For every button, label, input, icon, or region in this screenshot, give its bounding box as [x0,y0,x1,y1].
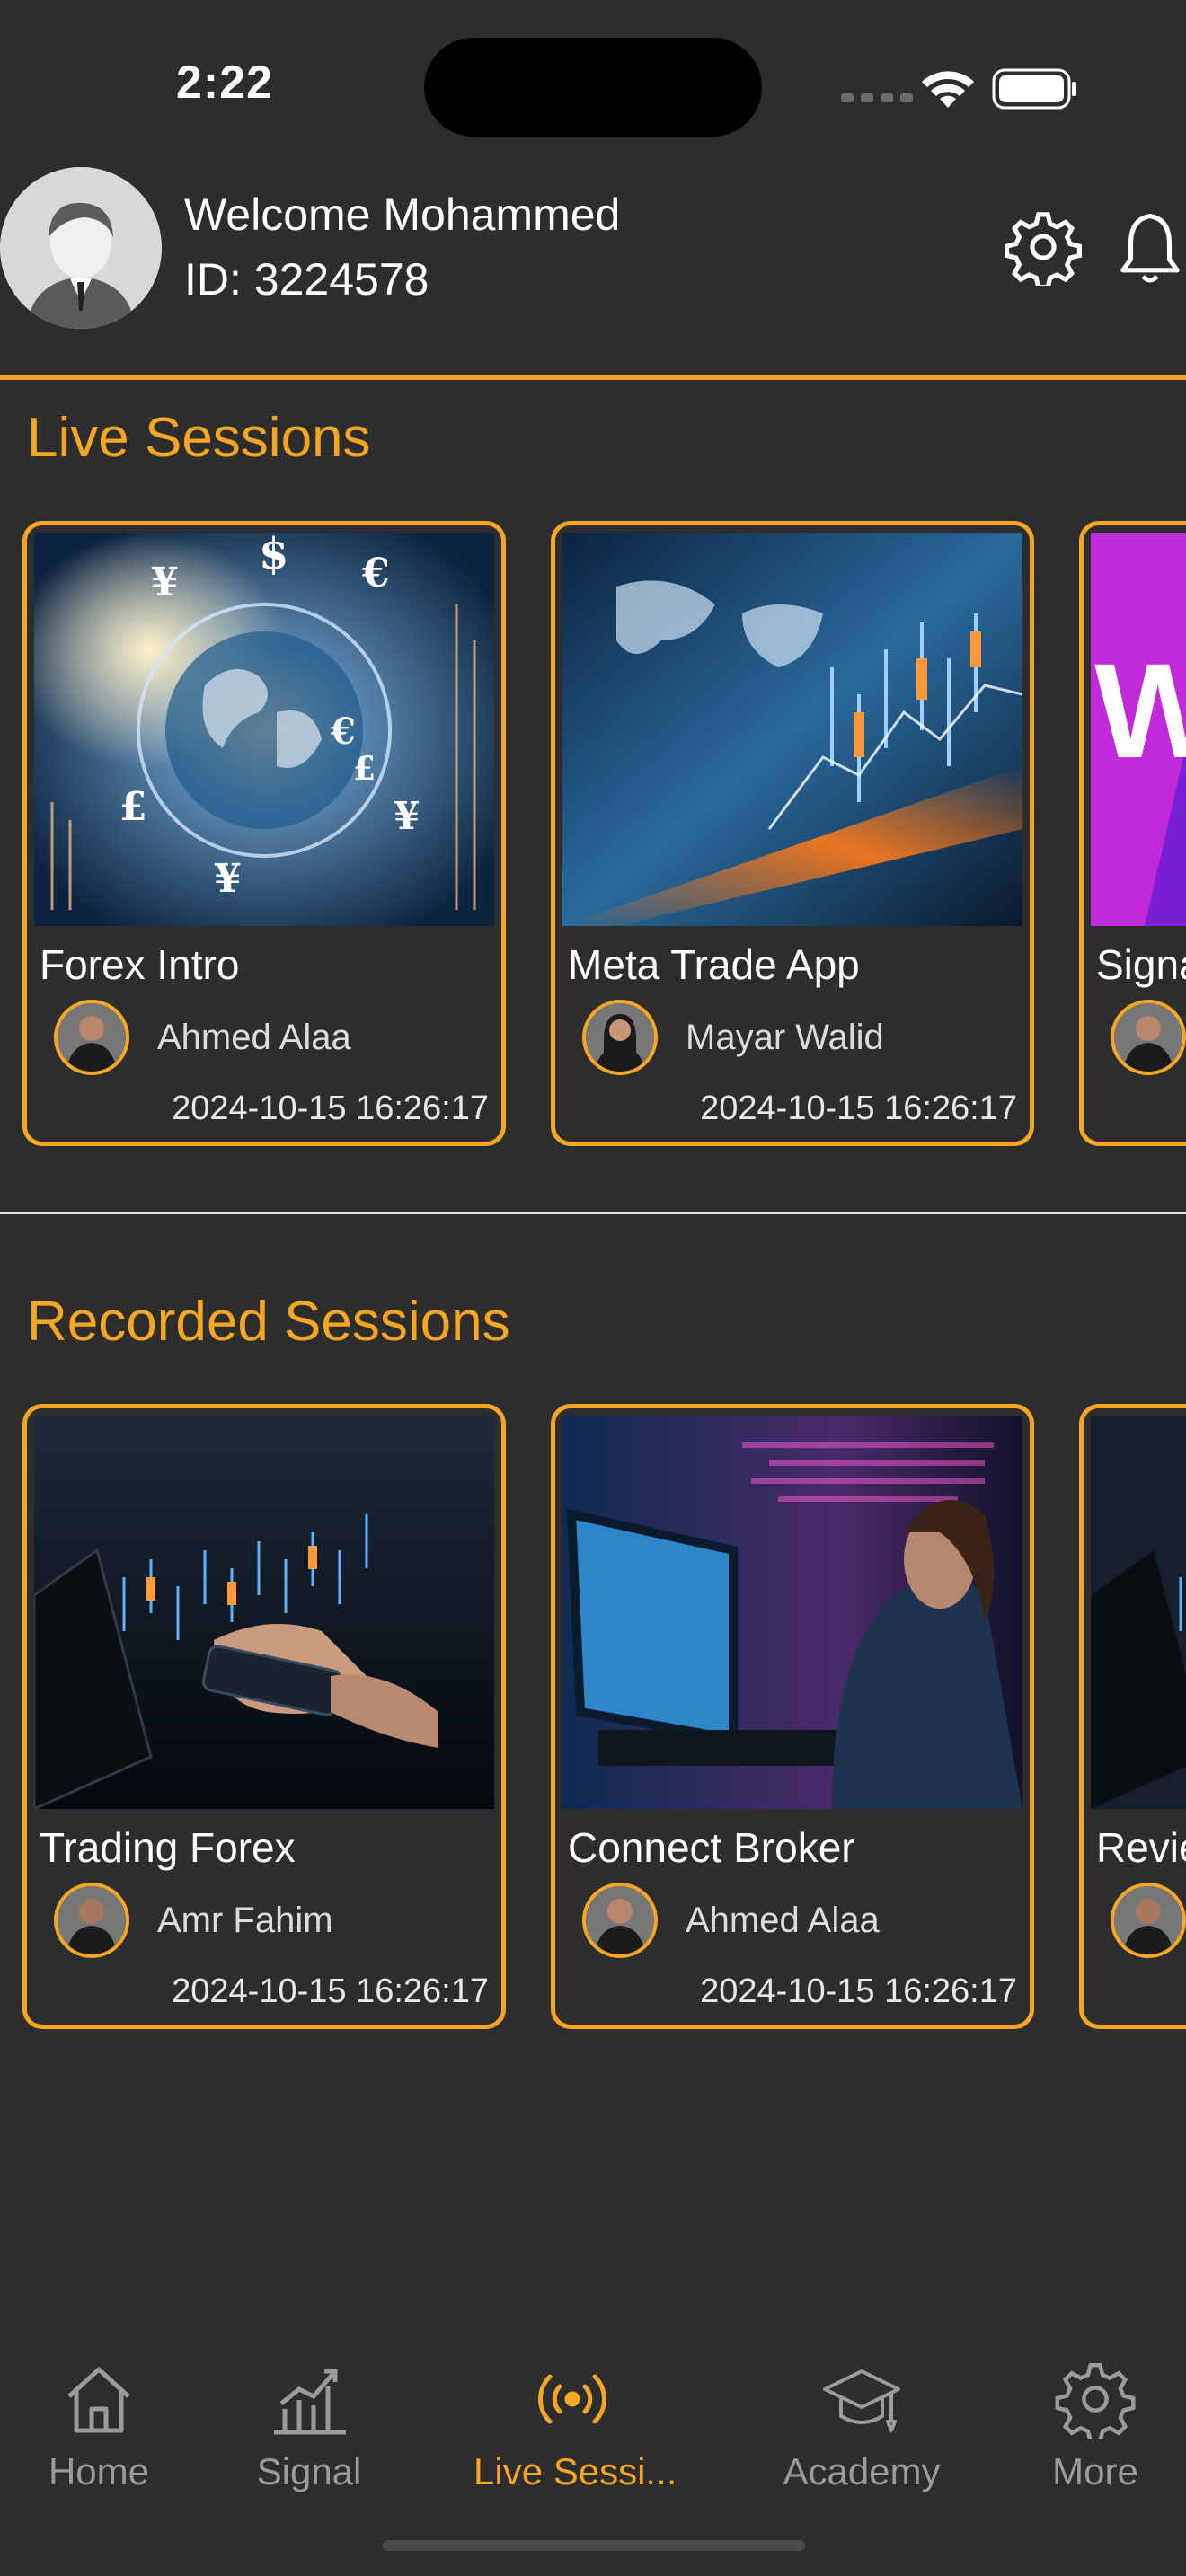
session-thumbnail: We [1091,533,1186,926]
host-avatar [1111,1000,1186,1075]
svg-text:We: We [1094,635,1186,786]
profile-header: Welcome Mohammed ID: 3224578 [0,167,1186,375]
session-date: 2024-10-15 16:26:17 [172,1972,489,2010]
session-thumbnail: ¥ $ € € £ £ ¥ ¥ [34,533,494,926]
recorded-session-card[interactable]: Connect Broker Ahmed Alaa 2024-10-15 16:… [551,1404,1034,2029]
status-bar: 2:22 [0,0,1186,171]
live-session-card[interactable]: We Signa [1079,521,1186,1146]
live-sessions-title: Live Sessions [27,407,371,469]
user-avatar[interactable] [0,167,162,329]
home-indicator [383,2540,805,2551]
tab-home-label: Home [48,2450,150,2492]
svg-text:£: £ [119,784,147,830]
session-date: 2024-10-15 16:26:17 [700,1972,1017,2010]
session-date: 2024-10-15 16:26:17 [172,1090,489,1127]
host-avatar [54,1883,129,1958]
svg-text:$: $ [259,533,288,579]
recorded-sessions-title: Recorded Sessions [27,1291,510,1353]
session-thumbnail [562,533,1022,926]
chart-icon [274,2369,346,2435]
status-time: 2:22 [176,57,274,109]
host-name: Amr Fahim [157,1901,333,1940]
svg-text:¥: ¥ [151,560,179,605]
tab-signal[interactable]: Signal [210,2335,408,2493]
session-title: Trading Forex [40,1824,296,1871]
cellular-signal-icon [841,93,913,102]
section-divider [0,1212,1186,1214]
session-title: Connect Broker [568,1824,855,1871]
live-session-card[interactable]: ¥ $ € € £ £ ¥ ¥ Forex Intro Ahmed Alaa 2… [22,521,506,1146]
session-title: Forex Intro [40,941,240,988]
dynamic-island [424,38,762,137]
tab-academy-label: Academy [783,2450,941,2492]
host-avatar [54,1000,129,1075]
user-id: ID: 3224578 [184,254,429,304]
tab-live-sessions-label: Live Sessi... [474,2450,677,2492]
home-icon [67,2367,130,2433]
battery-icon [992,68,1076,110]
live-sessions-carousel[interactable]: ¥ $ € € £ £ ¥ ¥ Forex Intro Ahmed Alaa 2… [0,521,1186,1150]
session-title: Revie [1096,1824,1186,1871]
tab-home[interactable]: Home [0,2335,198,2493]
wifi-icon [922,71,974,108]
host-avatar [582,1883,658,1958]
header-divider [0,375,1186,380]
tab-live-sessions[interactable]: Live Sessi... [474,2335,677,2493]
host-avatar [582,1000,658,1075]
session-title: Meta Trade App [568,941,860,988]
broadcast-icon [538,2374,606,2424]
svg-text:¥: ¥ [394,794,420,838]
svg-text:¥: ¥ [214,856,242,902]
svg-text:£: £ [353,750,376,788]
recorded-session-card[interactable]: Trading Forex Amr Fahim 2024-10-15 16:26… [22,1404,506,2029]
tab-more-label: More [1052,2450,1138,2492]
tab-academy[interactable]: Academy [763,2335,960,2493]
svg-text:€: € [361,551,390,596]
session-thumbnail [562,1416,1022,1809]
session-date: 2024-10-15 16:26:17 [700,1090,1017,1127]
notification-bell-icon[interactable] [1114,208,1186,286]
session-thumbnail [1091,1416,1186,1809]
session-title: Signa [1096,941,1186,988]
host-name: Ahmed Alaa [157,1018,351,1057]
host-name: Mayar Walid [686,1018,884,1057]
recorded-session-card[interactable]: Revie [1079,1404,1186,2029]
settings-gear-icon[interactable] [1005,208,1082,286]
host-name: Ahmed Alaa [686,1901,880,1940]
live-session-card[interactable]: Meta Trade App Mayar Walid 2024-10-15 16… [551,521,1034,1146]
host-avatar [1111,1883,1186,1958]
recorded-sessions-carousel[interactable]: Trading Forex Amr Fahim 2024-10-15 16:26… [0,1404,1186,2033]
graduation-cap-icon [823,2369,900,2432]
welcome-text: Welcome Mohammed [184,190,621,240]
tab-signal-label: Signal [256,2450,362,2492]
session-thumbnail [34,1416,494,1809]
tab-more[interactable]: More [996,2335,1186,2493]
gear-icon [1055,2362,1136,2439]
svg-text:€: € [330,710,356,753]
